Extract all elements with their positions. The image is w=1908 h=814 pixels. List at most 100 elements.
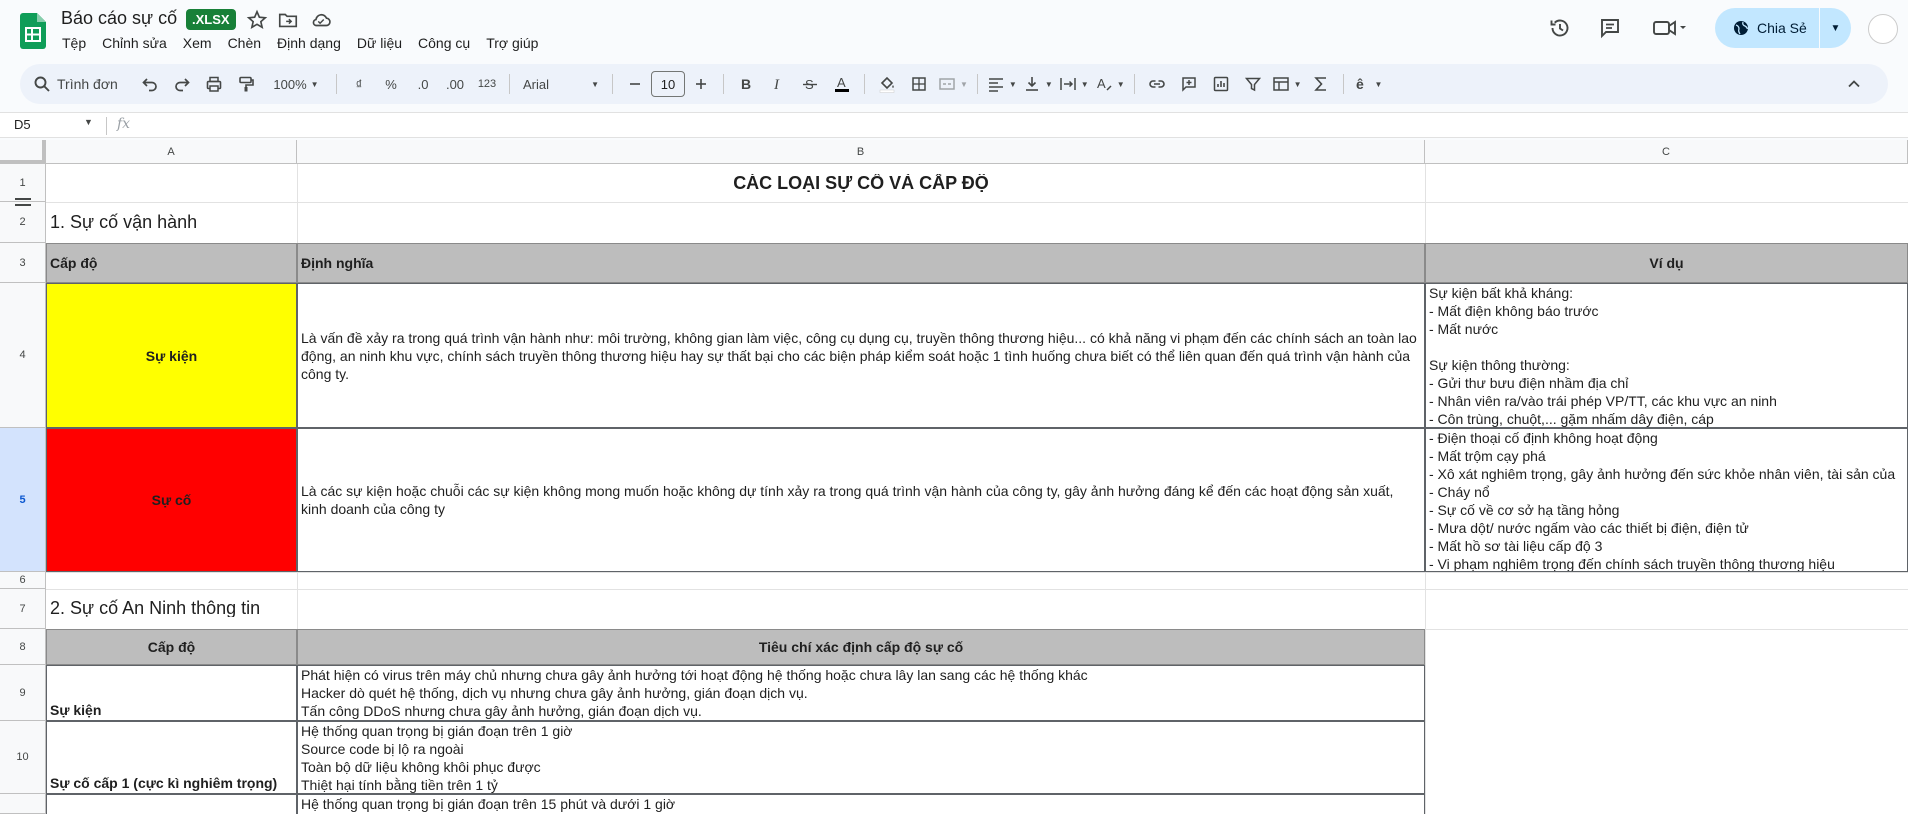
toolbar-divider	[864, 74, 865, 94]
currency-format-button[interactable]: ₫	[346, 70, 372, 98]
share-button[interactable]: Chia Sẻ	[1715, 8, 1819, 48]
filter-icon[interactable]	[1240, 70, 1266, 98]
fx-icon: fx	[117, 116, 131, 132]
cloud-status-icon[interactable]	[310, 9, 332, 31]
italic-icon[interactable]: I	[765, 70, 791, 98]
criteria-cell-level1[interactable]: Hệ thống quan trọng bị gián đoạn trên 1 …	[297, 721, 1425, 794]
undo-icon[interactable]	[137, 70, 163, 98]
column-header-b[interactable]: B	[297, 140, 1425, 164]
paint-format-icon[interactable]	[233, 70, 259, 98]
table2-header-criteria[interactable]: Tiêu chí xác định cấp độ sự cố	[297, 629, 1425, 665]
table2-header-level[interactable]: Cấp độ	[46, 629, 297, 665]
freeze-handle-icon[interactable]	[14, 197, 32, 207]
criteria-cell-security-event[interactable]: Phát hiện có virus trên máy chủ nhưng ch…	[297, 665, 1425, 721]
text-color-icon[interactable]: A	[829, 70, 855, 98]
table1-header-definition[interactable]: Định nghĩa	[297, 243, 1425, 283]
definition-cell-event[interactable]: Là vấn đề xảy ra trong quá trình vận hàn…	[297, 283, 1425, 428]
insert-link-icon[interactable]	[1144, 70, 1170, 98]
decrease-decimal-button[interactable]: .0	[410, 70, 436, 98]
row-header-9[interactable]: 9	[0, 665, 46, 721]
document-title[interactable]: Báo cáo sự cố	[61, 8, 177, 29]
select-all-corner[interactable]	[0, 140, 46, 164]
share-dropdown-icon[interactable]: ▼	[1820, 23, 1851, 34]
borders-icon[interactable]	[906, 70, 932, 98]
level-label: Sự cố	[151, 492, 192, 508]
text-wrap-icon[interactable]: ▼	[1059, 70, 1089, 98]
collapse-toolbar-icon[interactable]	[1841, 70, 1867, 98]
zoom-value: 100%	[273, 76, 307, 92]
star-icon[interactable]	[246, 9, 268, 31]
row-header-6[interactable]: 6	[0, 572, 46, 589]
menu-insert[interactable]: Chèn	[228, 35, 269, 51]
insert-chart-icon[interactable]	[1208, 70, 1234, 98]
menu-format[interactable]: Định dạng	[277, 35, 349, 51]
row-header-2[interactable]: 2	[0, 202, 46, 243]
formula-divider	[106, 117, 107, 135]
row-header-3[interactable]: 3	[0, 243, 46, 283]
table1-header-examples[interactable]: Ví dụ	[1425, 243, 1908, 283]
font-select[interactable]: Arial ▼	[519, 70, 603, 98]
column-header-c[interactable]: C	[1425, 140, 1908, 164]
print-icon[interactable]	[201, 70, 227, 98]
menu-view[interactable]: Xem	[183, 35, 220, 51]
row-header-8[interactable]: 8	[0, 629, 46, 665]
section-heading-2[interactable]: 2. Sự cố An Ninh thông tin	[50, 599, 650, 617]
menu-help[interactable]: Trợ giúp	[486, 35, 546, 51]
font-size-increase-icon[interactable]	[688, 70, 714, 98]
vertical-align-icon[interactable]: ▼	[1023, 70, 1053, 98]
more-formats-button[interactable]: 123	[474, 70, 500, 98]
row-header-4[interactable]: 4	[0, 283, 46, 428]
svg-text:A: A	[837, 75, 846, 90]
column-header-a[interactable]: A	[46, 140, 297, 164]
comments-icon[interactable]	[1598, 16, 1622, 40]
table1-header-level[interactable]: Cấp độ	[46, 243, 297, 283]
zoom-select[interactable]: 100% ▼	[265, 70, 327, 98]
row-header-7[interactable]: 7	[0, 589, 46, 629]
definition-cell-incident[interactable]: Là các sự kiện hoặc chuỗi các sự kiện kh…	[297, 428, 1425, 572]
input-tools-icon[interactable]: ê ▼	[1353, 70, 1383, 98]
strikethrough-icon[interactable]: S	[797, 70, 823, 98]
version-history-icon[interactable]	[1548, 16, 1572, 40]
meet-video-icon[interactable]	[1652, 16, 1688, 40]
horizontal-align-icon[interactable]: ▼	[987, 70, 1017, 98]
percent-format-button[interactable]: %	[378, 70, 404, 98]
menu-file[interactable]: Tệp	[62, 35, 94, 51]
spreadsheet-app: Báo cáo sự cố .XLSX Tệp Chỉnh sửa Xem Ch…	[0, 0, 1908, 814]
menu-edit[interactable]: Chỉnh sửa	[102, 35, 175, 51]
level-cell-event[interactable]: Sự kiện	[46, 283, 297, 428]
font-size-decrease-icon[interactable]	[622, 70, 648, 98]
text-rotation-icon[interactable]: A ▼	[1095, 70, 1125, 98]
font-size-input[interactable]: 10	[651, 71, 685, 97]
insert-comment-icon[interactable]	[1176, 70, 1202, 98]
level-cell-level2[interactable]	[46, 794, 297, 814]
section-heading-1[interactable]: 1. Sự cố vận hành	[50, 213, 650, 231]
criteria-cell-level2[interactable]: Hệ thống quan trọng bị gián đoạn trên 15…	[297, 794, 1425, 814]
name-box[interactable]: D5 ▼	[14, 117, 94, 132]
functions-icon[interactable]	[1308, 70, 1334, 98]
move-folder-icon[interactable]	[277, 9, 299, 31]
sheet-title[interactable]: CÁC LOẠI SỰ CỐ VÀ CẤP ĐỘ	[297, 174, 1425, 192]
examples-cell-event[interactable]: Sự kiện bất khả kháng: - Mất điện không …	[1425, 283, 1908, 428]
row-header-11[interactable]	[0, 794, 46, 814]
level-cell-level1[interactable]: Sự cố cấp 1 (cực kì nghiêm trọng)	[46, 721, 297, 794]
avatar[interactable]	[1868, 14, 1898, 44]
fill-color-icon[interactable]	[874, 70, 900, 98]
row-number: 3	[19, 256, 26, 269]
row-header-5[interactable]: 5	[0, 428, 46, 572]
sheets-logo-icon[interactable]	[20, 13, 46, 49]
bold-icon[interactable]: B	[733, 70, 759, 98]
app-header: Báo cáo sự cố .XLSX Tệp Chỉnh sửa Xem Ch…	[0, 0, 1908, 62]
merge-cells-icon[interactable]: ▼	[938, 70, 968, 98]
sheet-grid[interactable]: A B C 1 2 3 4 5 6 7 8 9 10 CÁC LOẠI SỰ C…	[0, 140, 1908, 814]
menu-data[interactable]: Dữ liệu	[357, 35, 410, 51]
level-cell-security-event[interactable]: Sự kiện	[46, 665, 297, 721]
row-header-10[interactable]: 10	[0, 721, 46, 794]
increase-decimal-button[interactable]: .00	[442, 70, 468, 98]
name-box-dropdown-icon: ▼	[84, 117, 93, 127]
redo-icon[interactable]	[169, 70, 195, 98]
menu-tools[interactable]: Công cụ	[418, 35, 478, 51]
menu-search[interactable]: Trình đơn	[33, 70, 131, 98]
level-cell-incident[interactable]: Sự cố	[46, 428, 297, 572]
examples-cell-incident[interactable]: - Điện thoại cố định không hoạt động - M…	[1425, 428, 1908, 572]
filter-views-icon[interactable]: ▼	[1272, 70, 1302, 98]
